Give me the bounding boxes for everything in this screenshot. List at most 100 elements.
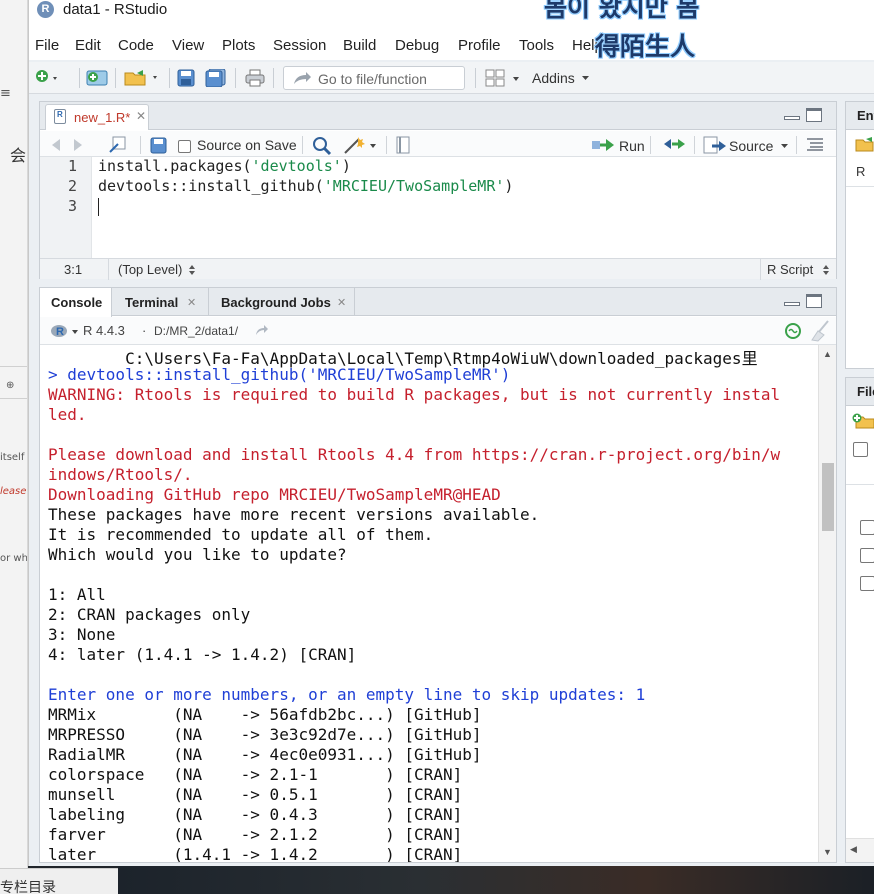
- run-icon[interactable]: [592, 138, 616, 152]
- working-directory[interactable]: D:/MR_2/data1/: [154, 324, 238, 338]
- files-pane: File ◀: [845, 377, 874, 863]
- tab-console[interactable]: Console: [51, 288, 102, 316]
- goto-file-input[interactable]: Go to file/function: [283, 66, 465, 90]
- new-project-icon[interactable]: [85, 68, 111, 88]
- run-button[interactable]: Run: [619, 138, 645, 154]
- tab-new-1-r[interactable]: new_1.R* ✕: [45, 104, 149, 130]
- menu-build[interactable]: Build: [343, 37, 376, 54]
- console-line: munsell (NA -> 0.5.1 ) [CRAN]: [48, 785, 463, 804]
- file-row-checkbox[interactable]: [860, 520, 874, 535]
- addins-dropdown-icon[interactable]: [581, 75, 591, 83]
- menu-plots[interactable]: Plots: [222, 37, 255, 54]
- tab-terminal[interactable]: Terminal: [125, 288, 178, 316]
- console-line: RadialMR (NA -> 4ec0e0931...) [GitHub]: [48, 745, 482, 764]
- console-tabstrip: Console Terminal ✕ Background Jobs ✕: [40, 288, 836, 317]
- file-type-selector[interactable]: R Script: [767, 262, 813, 277]
- code-tools-wand-icon[interactable]: [342, 135, 378, 155]
- source-dropdown-icon[interactable]: [780, 143, 790, 151]
- file-row-checkbox[interactable]: [860, 576, 874, 591]
- minimize-pane-icon[interactable]: [784, 302, 800, 306]
- source-button[interactable]: Source: [729, 138, 773, 154]
- text-cursor: [98, 198, 99, 216]
- load-workspace-icon[interactable]: [854, 136, 874, 152]
- show-in-window-icon[interactable]: [108, 136, 128, 154]
- taskbar-label: 专栏目录: [0, 880, 56, 894]
- separator-dot: ·: [142, 323, 147, 338]
- menu-view[interactable]: View: [172, 37, 204, 54]
- overlay-caption-2: 得陌生人: [595, 32, 696, 61]
- code-paren: ): [504, 177, 514, 195]
- new-folder-icon[interactable]: [852, 412, 874, 430]
- close-background-jobs-icon[interactable]: ✕: [337, 296, 346, 309]
- console-line: labeling (NA -> 0.4.3 ) [CRAN]: [48, 805, 463, 824]
- scope-dropdown-icon[interactable]: [188, 264, 196, 276]
- pane-layout-icon[interactable]: [485, 69, 525, 87]
- goto-arrow-icon: [294, 72, 311, 84]
- console-line: > devtools::install_github('MRCIEU/TwoSa…: [48, 365, 511, 384]
- menu-edit[interactable]: Edit: [75, 37, 101, 54]
- compile-report-icon[interactable]: [394, 136, 412, 154]
- menu-tools[interactable]: Tools: [519, 37, 554, 54]
- close-tab-icon[interactable]: ✕: [136, 109, 146, 123]
- source-on-save-checkbox[interactable]: [178, 140, 191, 153]
- print-icon[interactable]: [245, 69, 265, 87]
- close-terminal-icon[interactable]: ✕: [187, 296, 196, 309]
- overlay-caption-1: 봄이 왔지만 봄: [544, 0, 700, 22]
- line-number: 3: [67, 197, 77, 215]
- addins-menu[interactable]: Addins: [532, 70, 575, 86]
- rstudio-link-icon[interactable]: [784, 322, 802, 340]
- scroll-left-icon[interactable]: ◀: [850, 844, 857, 855]
- r-language-icon[interactable]: R: [50, 322, 80, 340]
- background-snippet: itself a: [0, 452, 27, 463]
- console-scrollbar[interactable]: ▲ ▼: [818, 345, 836, 862]
- save-icon[interactable]: [177, 69, 195, 87]
- cursor-position: 3:1: [64, 262, 83, 277]
- console-header: R R 4.4.3 · D:/MR_2/data1/: [40, 317, 836, 345]
- scroll-up-icon[interactable]: ▲: [823, 349, 832, 359]
- code-editor[interactable]: 1 2 3 install.packages('devtools') devto…: [40, 157, 836, 258]
- file-row-checkbox[interactable]: [860, 548, 874, 563]
- taskbar-item[interactable]: 专栏目录: [0, 868, 118, 894]
- rstudio-logo-icon: R: [37, 1, 54, 18]
- open-file-icon[interactable]: [123, 68, 163, 88]
- menu-profile[interactable]: Profile: [458, 37, 501, 54]
- maximize-pane-icon[interactable]: [806, 108, 822, 122]
- back-icon[interactable]: [50, 137, 90, 153]
- menu-code[interactable]: Code: [118, 37, 154, 54]
- tab-files[interactable]: File: [857, 384, 874, 399]
- menu-file[interactable]: File: [35, 37, 59, 54]
- menu-session[interactable]: Session: [273, 37, 326, 54]
- menu-debug[interactable]: Debug: [395, 37, 439, 54]
- minimize-pane-icon[interactable]: [784, 116, 800, 120]
- scope-selector[interactable]: (Top Level): [118, 262, 182, 277]
- search-icon[interactable]: [312, 136, 332, 156]
- environment-pane: Env R: [845, 101, 874, 369]
- code-paren: ): [341, 157, 351, 175]
- code-line-1: install.packages('devtools'): [98, 157, 351, 175]
- scroll-down-icon[interactable]: ▼: [823, 847, 832, 857]
- console-line: Downloading GitHub repo MRCIEU/TwoSample…: [48, 485, 501, 504]
- maximize-pane-icon[interactable]: [806, 294, 822, 308]
- console-line: later (1.4.1 -> 1.4.2 ) [CRAN]: [48, 845, 463, 862]
- select-all-checkbox[interactable]: [853, 442, 868, 457]
- rerun-icon[interactable]: [662, 137, 688, 151]
- source-script-icon[interactable]: [702, 136, 728, 154]
- console-output[interactable]: C:\Users\Fa-Fa\AppData\Local\Temp\Rtmp4o…: [40, 345, 818, 862]
- source-statusbar: 3:1 (Top Level) R Script: [40, 258, 836, 280]
- tab-environment[interactable]: Env: [857, 108, 874, 123]
- scrollbar-thumb[interactable]: [822, 463, 834, 531]
- console-pane: Console Terminal ✕ Background Jobs ✕ R R…: [39, 287, 837, 863]
- clear-console-icon[interactable]: [808, 320, 832, 342]
- svg-text:R: R: [56, 326, 64, 338]
- document-outline-icon[interactable]: [806, 137, 824, 151]
- save-all-icon[interactable]: [205, 69, 227, 87]
- tab-background-jobs[interactable]: Background Jobs: [221, 288, 331, 316]
- new-file-icon[interactable]: [35, 69, 61, 87]
- go-to-directory-icon[interactable]: [254, 323, 270, 337]
- file-type-dropdown-icon[interactable]: [822, 264, 830, 276]
- code-call: install.packages(: [98, 157, 252, 175]
- source-on-save-label: Source on Save: [197, 137, 297, 153]
- environment-r-selector[interactable]: R: [856, 164, 865, 179]
- save-file-icon[interactable]: [150, 137, 168, 155]
- window-title: data1 - RStudio: [63, 1, 168, 18]
